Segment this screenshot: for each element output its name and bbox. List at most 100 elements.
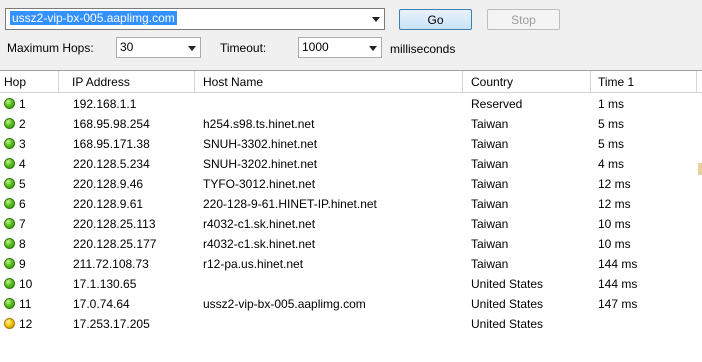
table-row[interactable]: 4 220.128.5.234 SNUH-3202.hinet.net Taiwan 4… bbox=[0, 154, 702, 174]
ip-address-cell: 17.253.17.205 bbox=[73, 317, 150, 331]
hop-number: 6 bbox=[19, 197, 26, 211]
chevron-down-icon[interactable] bbox=[372, 17, 380, 22]
go-button[interactable]: Go bbox=[399, 9, 472, 30]
time-cell: 4 ms bbox=[598, 157, 625, 171]
country-cell: Reserved bbox=[471, 97, 523, 111]
status-dot-icon bbox=[4, 98, 15, 109]
time-cell: 5 ms bbox=[598, 137, 625, 151]
hop-cell: 5 bbox=[4, 174, 59, 194]
url-input-text[interactable]: ussz2-vip-bx-005.aaplimg.com bbox=[10, 11, 177, 25]
column-header-hop[interactable]: Hop bbox=[0, 71, 59, 93]
trace-results-table: Hop IP Address Host Name Country Time 1 … bbox=[0, 70, 702, 362]
max-hops-label: Maximum Hops: bbox=[7, 41, 94, 55]
table-row[interactable]: 11 17.0.74.64 ussz2-vip-bx-005.aaplimg.com… bbox=[0, 294, 702, 314]
country-cell: Taiwan bbox=[471, 197, 509, 211]
hop-cell: 9 bbox=[4, 254, 59, 274]
country-cell: United States bbox=[471, 277, 544, 291]
table-body: 1 192.168.1.1 Reserved 1 ms 2 168.95.98.254 h2… bbox=[0, 94, 702, 334]
hop-cell: 3 bbox=[4, 134, 59, 154]
host-name-cell: ussz2-vip-bx-005.aaplimg.com bbox=[203, 297, 366, 311]
country-cell: United States bbox=[471, 317, 544, 331]
host-name-cell: SNUH-3202.hinet.net bbox=[203, 157, 318, 171]
status-dot-icon bbox=[4, 298, 15, 309]
max-hops-value: 30 bbox=[120, 40, 134, 54]
ip-address-cell: 168.95.98.254 bbox=[73, 117, 150, 131]
country-cell: Taiwan bbox=[471, 137, 509, 151]
host-name-cell: h254.s98.ts.hinet.net bbox=[203, 117, 315, 131]
stop-button[interactable]: Stop bbox=[487, 9, 560, 30]
time-cell: 10 ms bbox=[598, 237, 631, 251]
status-dot-icon bbox=[4, 198, 15, 209]
hop-number: 10 bbox=[19, 277, 33, 291]
chevron-down-icon[interactable] bbox=[188, 45, 196, 51]
status-dot-icon bbox=[4, 218, 15, 229]
scroll-edge-marker bbox=[698, 163, 702, 175]
hop-number: 3 bbox=[19, 137, 26, 151]
column-header-time-1[interactable]: Time 1 bbox=[591, 71, 697, 93]
hop-cell: 2 bbox=[4, 114, 59, 134]
hop-cell: 6 bbox=[4, 194, 59, 214]
status-dot-icon bbox=[4, 318, 15, 329]
time-cell: 12 ms bbox=[598, 177, 631, 191]
host-name-cell: SNUH-3302.hinet.net bbox=[203, 137, 318, 151]
ip-address-cell: 17.0.74.64 bbox=[73, 297, 130, 311]
time-cell: 12 ms bbox=[598, 197, 631, 211]
table-row[interactable]: 3 168.95.171.38 SNUH-3302.hinet.net Taiwan 5… bbox=[0, 134, 702, 154]
timeout-label: Timeout: bbox=[220, 41, 267, 55]
ip-address-cell: 192.168.1.1 bbox=[73, 97, 137, 111]
ip-address-cell: 168.95.171.38 bbox=[73, 137, 150, 151]
status-dot-icon bbox=[4, 138, 15, 149]
hop-cell: 7 bbox=[4, 214, 59, 234]
table-header: Hop IP Address Host Name Country Time 1 bbox=[0, 71, 702, 93]
country-cell: Taiwan bbox=[471, 117, 509, 131]
table-row[interactable]: 7 220.128.25.113 r4032-c1.sk.hinet.net Taiw… bbox=[0, 214, 702, 234]
ip-address-cell: 211.72.108.73 bbox=[73, 257, 149, 271]
hop-number: 12 bbox=[19, 317, 33, 331]
table-row[interactable]: 9 211.72.108.73 r12-pa.us.hinet.net Taiwan 1… bbox=[0, 254, 702, 274]
column-header-country[interactable]: Country bbox=[463, 71, 591, 93]
time-cell: 144 ms bbox=[598, 257, 638, 271]
hop-cell: 10 bbox=[4, 274, 59, 294]
hop-number: 7 bbox=[19, 217, 26, 231]
timeout-select[interactable]: 1000 bbox=[298, 37, 382, 58]
column-header-ip-address[interactable]: IP Address bbox=[59, 71, 195, 93]
ip-address-cell: 220.128.9.61 bbox=[73, 197, 144, 211]
hop-cell: 11 bbox=[4, 294, 59, 314]
time-cell: 10 ms bbox=[598, 217, 631, 231]
country-cell: Taiwan bbox=[471, 257, 509, 271]
chevron-down-icon[interactable] bbox=[369, 45, 377, 51]
hop-number: 5 bbox=[19, 177, 26, 191]
time-cell: 5 ms bbox=[598, 117, 625, 131]
table-row[interactable]: 5 220.128.9.46 TYFO-3012.hinet.net Taiwan 12… bbox=[0, 174, 702, 194]
toolbar: ussz2-vip-bx-005.aaplimg.com Go Stop Max… bbox=[0, 0, 702, 66]
hop-number: 1 bbox=[19, 97, 26, 111]
timeout-unit-label: milliseconds bbox=[390, 42, 456, 56]
hop-number: 4 bbox=[19, 157, 26, 171]
table-row[interactable]: 1 192.168.1.1 Reserved 1 ms bbox=[0, 94, 702, 114]
column-header-host-name[interactable]: Host Name bbox=[195, 71, 463, 93]
hop-cell: 8 bbox=[4, 234, 59, 254]
host-name-cell: r4032-c1.sk.hinet.net bbox=[203, 237, 316, 251]
url-combobox[interactable]: ussz2-vip-bx-005.aaplimg.com bbox=[5, 8, 385, 30]
table-row[interactable]: 12 17.253.17.205 United States bbox=[0, 314, 702, 334]
ip-address-cell: 220.128.5.234 bbox=[73, 157, 150, 171]
country-cell: Taiwan bbox=[471, 157, 509, 171]
host-name-cell: 220-128-9-61.HINET-IP.hinet.net bbox=[203, 197, 377, 211]
status-dot-icon bbox=[4, 238, 15, 249]
ip-address-cell: 17.1.130.65 bbox=[73, 277, 137, 291]
status-dot-icon bbox=[4, 178, 15, 189]
time-cell: 1 ms bbox=[598, 97, 625, 111]
host-name-cell: r4032-c1.sk.hinet.net bbox=[203, 217, 316, 231]
host-name-cell: TYFO-3012.hinet.net bbox=[203, 177, 316, 191]
country-cell: United States bbox=[471, 297, 544, 311]
table-row[interactable]: 10 17.1.130.65 United States 144 ms bbox=[0, 274, 702, 294]
status-dot-icon bbox=[4, 258, 15, 269]
status-dot-icon bbox=[4, 118, 15, 129]
table-row[interactable]: 6 220.128.9.61 220-128-9-61.HINET-IP.hinet… bbox=[0, 194, 702, 214]
max-hops-select[interactable]: 30 bbox=[116, 37, 201, 58]
hop-cell: 4 bbox=[4, 154, 59, 174]
ip-address-cell: 220.128.25.113 bbox=[73, 217, 156, 231]
ip-address-cell: 220.128.9.46 bbox=[73, 177, 144, 191]
table-row[interactable]: 8 220.128.25.177 r4032-c1.sk.hinet.net Taiw… bbox=[0, 234, 702, 254]
table-row[interactable]: 2 168.95.98.254 h254.s98.ts.hinet.net Taiwa… bbox=[0, 114, 702, 134]
